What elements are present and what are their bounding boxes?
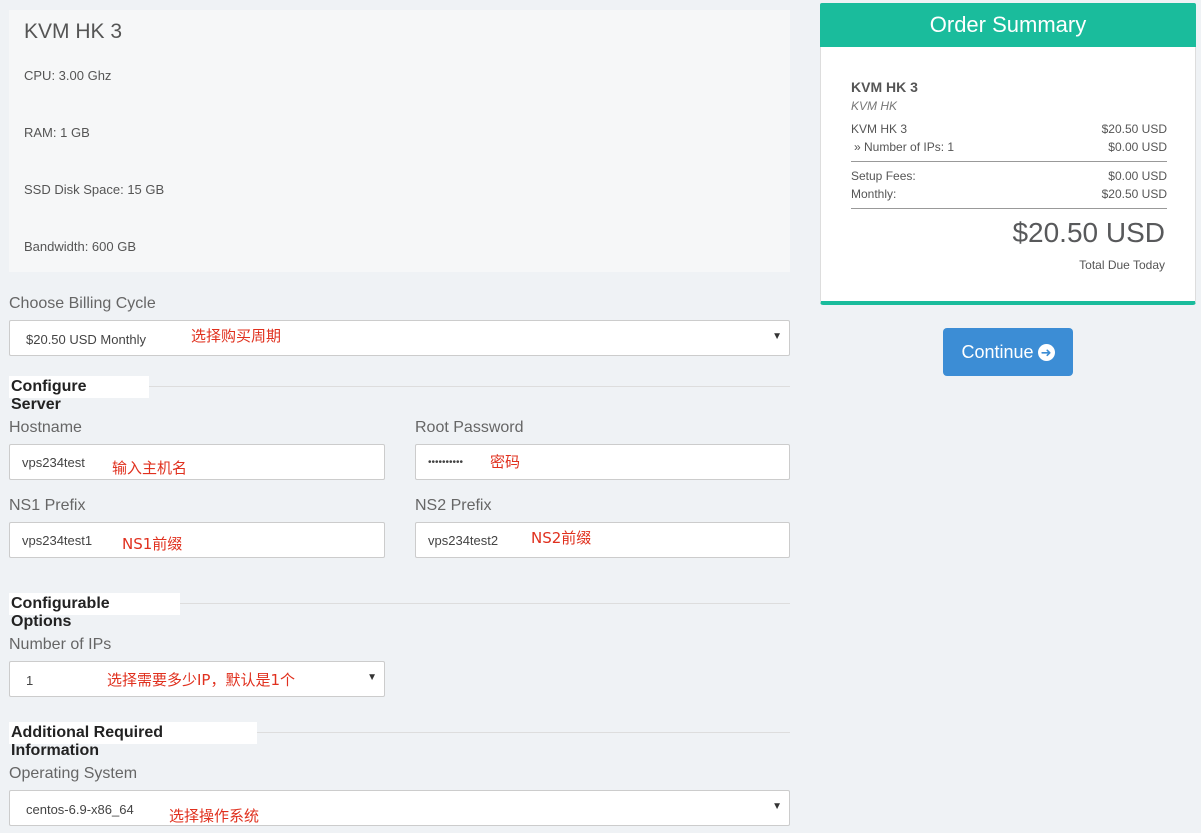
billing-cycle-value: $20.50 USD Monthly [26, 332, 146, 347]
caret-down-icon: ▼ [772, 331, 782, 342]
ns1-annotation: NS1前缀 [122, 535, 183, 553]
spec-disk: SSD Disk Space: 15 GB [24, 182, 165, 197]
configure-server-title: Configure Server [9, 376, 149, 413]
total-due-label: Total Due Today [1079, 258, 1165, 272]
summary-line-ips: » Number of IPs: 1 $0.00 USD [851, 140, 1167, 154]
operating-system-label: Operating System [9, 765, 138, 782]
root-password-label: Root Password [415, 419, 524, 436]
root-password-input[interactable]: •••••••••• 密码 [415, 444, 790, 480]
monthly-amount: $20.50 USD [1101, 187, 1167, 201]
summary-setup-fees: Setup Fees: $0.00 USD [851, 169, 1167, 183]
hostname-value: vps234test [22, 455, 85, 470]
spec-cpu: CPU: 3.00 Ghz [24, 68, 112, 83]
ns2-label: NS2 Prefix [415, 497, 492, 514]
ns1-input[interactable]: vps234test1 NS1前缀 [9, 522, 385, 558]
summary-line-product: KVM HK 3 $20.50 USD [851, 122, 1167, 136]
operating-system-select[interactable]: centos-6.9-x86_64 选择操作系统 ▼ [9, 790, 790, 826]
ns2-value: vps234test2 [428, 533, 499, 548]
total-amount: $20.50 USD [1012, 217, 1165, 248]
summary-monthly: Monthly: $20.50 USD [851, 187, 1167, 201]
hostname-annotation: 输入主机名 [112, 459, 188, 477]
summary-line-label: KVM HK 3 [851, 122, 908, 136]
billing-cycle-label: Choose Billing Cycle [9, 295, 156, 312]
summary-product-group: KVM HK [851, 99, 898, 113]
ns2-annotation: NS2前缀 [531, 529, 592, 547]
operating-system-value: centos-6.9-x86_64 [26, 802, 134, 817]
monthly-label: Monthly: [851, 187, 897, 201]
summary-line-amount: $0.00 USD [1108, 140, 1167, 154]
arrow-circle-right-icon: ➜ [1037, 344, 1055, 361]
ns1-value: vps234test1 [22, 533, 93, 548]
number-of-ips-label: Number of IPs [9, 636, 112, 653]
summary-line-label: » Number of IPs: 1 [854, 140, 955, 154]
order-summary-panel: KVM HK 3 KVM HK KVM HK 3 $20.50 USD » Nu… [820, 47, 1196, 305]
root-password-annotation: 密码 [490, 453, 521, 471]
root-password-value: •••••••••• [428, 457, 464, 468]
billing-annotation: 选择购买周期 [191, 327, 282, 345]
hostname-input[interactable]: vps234test 输入主机名 [9, 444, 385, 480]
ns1-label: NS1 Prefix [9, 497, 86, 514]
number-of-ips-select[interactable]: 1 选择需要多少IP，默认是1个 ▼ [9, 661, 385, 697]
summary-divider [851, 161, 1167, 162]
billing-cycle-select[interactable]: $20.50 USD Monthly 选择购买周期 ▼ [9, 320, 790, 356]
spec-bandwidth: Bandwidth: 600 GB [24, 239, 137, 254]
summary-line-amount: $20.50 USD [1101, 122, 1167, 136]
order-summary-header: Order Summary [820, 3, 1196, 47]
additional-info-title: Additional Required Information [9, 722, 257, 759]
ns2-input[interactable]: vps234test2 NS2前缀 [415, 522, 790, 558]
product-title: KVM HK 3 [24, 20, 123, 43]
caret-down-icon: ▼ [772, 801, 782, 812]
summary-product-name: KVM HK 3 [851, 79, 918, 95]
caret-down-icon: ▼ [367, 672, 377, 683]
spec-ram: RAM: 1 GB [24, 125, 90, 140]
product-info-panel: KVM HK 3 CPU: 3.00 Ghz RAM: 1 GB SSD Dis… [9, 10, 790, 272]
continue-label: Continue [961, 342, 1034, 362]
setup-fees-amount: $0.00 USD [1108, 169, 1167, 183]
number-of-ips-annotation: 选择需要多少IP，默认是1个 [107, 671, 296, 689]
continue-button[interactable]: Continue ➜ [943, 328, 1073, 376]
summary-divider [851, 208, 1167, 209]
configurable-options-title: Configurable Options [9, 593, 180, 630]
number-of-ips-value: 1 [26, 673, 34, 688]
hostname-label: Hostname [9, 419, 82, 436]
operating-system-annotation: 选择操作系统 [169, 807, 260, 825]
setup-fees-label: Setup Fees: [851, 169, 916, 183]
